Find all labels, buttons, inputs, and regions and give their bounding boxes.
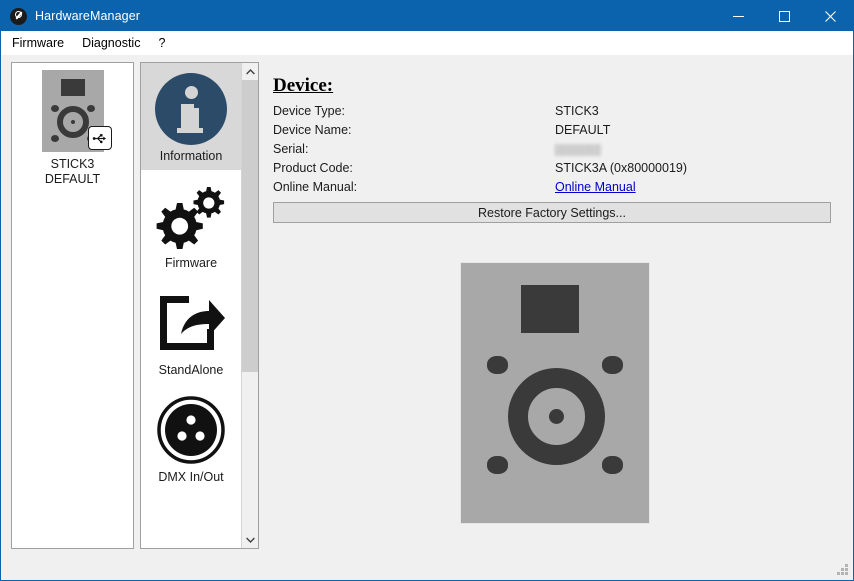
device-preview-image	[460, 262, 650, 524]
xlr-connector-icon	[155, 394, 227, 466]
nav-item-information[interactable]: Information	[141, 63, 241, 170]
info-value: STICK3	[555, 104, 599, 118]
device-thumbnail-dial-icon	[56, 106, 89, 138]
content-area: Device: Device Type: STICK3 Device Name:…	[265, 62, 845, 562]
device-preview-button-icon	[602, 356, 623, 374]
nav-item-dmx-in-out[interactable]: DMX In/Out	[141, 384, 241, 491]
device-preview-screen-icon	[521, 285, 579, 333]
device-list-item-label: STICK3 DEFAULT	[45, 157, 100, 187]
workspace: STICK3 DEFAULT Information Firmware Stan…	[1, 55, 853, 580]
device-thumbnail-button-icon	[86, 105, 95, 112]
device-preview-dial-icon	[508, 368, 605, 465]
nav-item-standalone[interactable]: StandAlone	[141, 277, 241, 384]
device-preview-button-icon	[487, 356, 508, 374]
device-thumbnail	[41, 70, 112, 152]
info-value: STICK3A (0x80000019)	[555, 161, 688, 175]
info-label: Device Name:	[273, 123, 352, 137]
title-bar: HardwareManager	[1, 1, 853, 31]
device-thumbnail-button-icon	[50, 135, 59, 142]
restore-factory-settings-button[interactable]: Restore Factory Settings...	[273, 202, 831, 223]
resize-grip[interactable]	[836, 563, 849, 576]
application-window: HardwareManager Firmware Diagnostic ? ST…	[0, 0, 854, 581]
close-button[interactable]	[807, 1, 853, 31]
page-title: Device:	[273, 75, 334, 96]
menu-item-firmware[interactable]: Firmware	[3, 33, 73, 53]
info-label: Serial:	[273, 142, 309, 156]
info-label: Device Type:	[273, 104, 346, 118]
device-thumbnail-button-icon	[50, 105, 59, 112]
usb-icon	[87, 126, 112, 150]
device-preview-button-icon	[602, 456, 623, 474]
navigation-scrollbar[interactable]	[241, 63, 258, 548]
nav-item-label: Firmware	[164, 256, 218, 270]
navigation-panel: Information Firmware StandAlone DMX In/O…	[140, 62, 259, 549]
info-label: Online Manual:	[273, 180, 358, 194]
nav-item-label: Information	[159, 149, 223, 163]
device-thumbnail-screen-icon	[60, 79, 85, 96]
info-row-serial: Serial:	[273, 142, 843, 161]
info-row-device-type: Device Type: STICK3	[273, 104, 843, 123]
scroll-down-icon[interactable]	[242, 531, 258, 548]
maximize-button[interactable]	[761, 1, 807, 31]
scroll-up-icon[interactable]	[242, 63, 258, 80]
device-list-panel: STICK3 DEFAULT	[11, 62, 134, 549]
device-name-line-2: DEFAULT	[44, 172, 101, 186]
device-name-line-1: STICK3	[50, 157, 95, 171]
info-icon	[155, 73, 227, 145]
info-row-product-code: Product Code: STICK3A (0x80000019)	[273, 161, 843, 180]
info-value: DEFAULT	[555, 123, 611, 137]
menu-item-diagnostic[interactable]: Diagnostic	[73, 33, 149, 53]
nav-item-firmware[interactable]: Firmware	[141, 170, 241, 277]
wrench-circle-icon	[10, 7, 27, 25]
online-manual-link[interactable]: Online Manual	[555, 180, 636, 194]
scrollbar-thumb[interactable]	[242, 80, 258, 372]
serial-redacted-value	[555, 144, 601, 156]
nav-item-label: StandAlone	[158, 363, 224, 377]
gears-icon	[155, 180, 227, 252]
menu-item-help[interactable]: ?	[149, 33, 174, 53]
info-row-device-name: Device Name: DEFAULT	[273, 123, 843, 142]
info-label: Product Code:	[273, 161, 353, 175]
menu-bar: Firmware Diagnostic ?	[1, 31, 853, 55]
minimize-button[interactable]	[715, 1, 761, 31]
info-row-online-manual: Online Manual: Online Manual	[273, 180, 843, 199]
export-arrow-icon	[155, 287, 227, 359]
window-title: HardwareManager	[35, 9, 141, 23]
device-preview-button-icon	[487, 456, 508, 474]
device-list-item-stick3[interactable]: STICK3 DEFAULT	[12, 70, 133, 187]
navigation-list: Information Firmware StandAlone DMX In/O…	[141, 63, 241, 548]
nav-item-label: DMX In/Out	[158, 470, 224, 484]
